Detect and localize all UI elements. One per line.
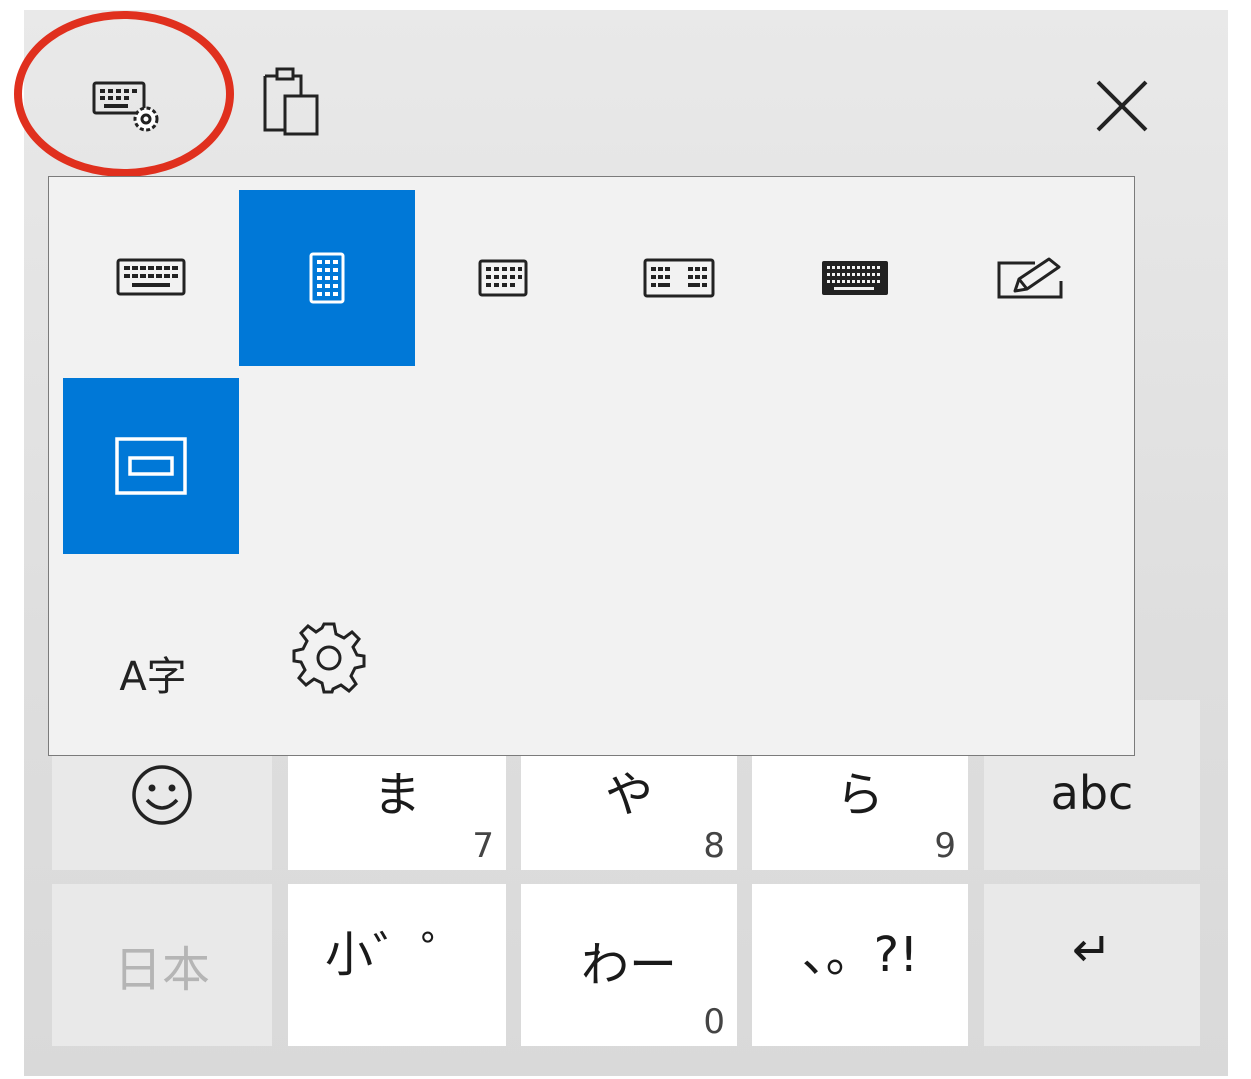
layout-option-full[interactable] bbox=[767, 190, 943, 366]
one-handed-keyboard-icon bbox=[309, 252, 345, 304]
ime-icon: A字 bbox=[119, 628, 186, 700]
key-number: 0 bbox=[703, 1002, 725, 1042]
smiley-icon bbox=[132, 765, 192, 825]
layout-option-split[interactable] bbox=[591, 190, 767, 366]
split-keyboard-icon bbox=[643, 258, 715, 298]
layout-option-docked[interactable] bbox=[63, 378, 239, 554]
ime-icon-letter: A字 bbox=[119, 654, 187, 700]
layout-option-default[interactable] bbox=[63, 190, 239, 366]
small-keyboard-icon bbox=[478, 259, 528, 297]
key-label: 日本 bbox=[113, 942, 210, 998]
key-punctuation[interactable]: 、。?! bbox=[752, 884, 968, 1046]
key-label: わー bbox=[580, 937, 677, 993]
ime-mode-button[interactable]: A字 bbox=[93, 607, 213, 707]
key-label: 小゛゜ bbox=[324, 927, 469, 983]
default-keyboard-icon bbox=[116, 258, 186, 296]
keyboard-settings-icon[interactable] bbox=[84, 72, 174, 142]
key-label: 、。?! bbox=[801, 927, 919, 983]
language-key[interactable]: 日本 bbox=[52, 884, 272, 1046]
clipboard-icon[interactable] bbox=[250, 62, 330, 142]
key-label: ま bbox=[372, 767, 421, 823]
key-small-dakuten[interactable]: 小゛゜ bbox=[288, 884, 506, 1046]
key-number: 8 bbox=[703, 826, 725, 866]
close-icon[interactable] bbox=[1082, 66, 1162, 146]
key-number: 7 bbox=[472, 826, 494, 866]
keyboard-layout-panel: A字 bbox=[48, 176, 1135, 756]
handwriting-icon bbox=[997, 257, 1063, 299]
key-label: abc bbox=[1050, 766, 1134, 820]
key-ya[interactable]: や 8 bbox=[521, 745, 737, 870]
enter-key[interactable]: ↵ bbox=[984, 884, 1200, 1046]
key-label: ら bbox=[835, 767, 884, 823]
key-label: ↵ bbox=[1071, 922, 1113, 978]
key-number: 9 bbox=[934, 826, 956, 866]
full-keyboard-icon bbox=[822, 261, 888, 295]
layout-option-handwriting[interactable] bbox=[943, 190, 1119, 366]
key-ma[interactable]: ま 7 bbox=[288, 745, 506, 870]
key-ra[interactable]: ら 9 bbox=[752, 745, 968, 870]
layout-option-small[interactable] bbox=[415, 190, 591, 366]
docked-keyboard-icon bbox=[115, 437, 187, 495]
gear-icon bbox=[292, 622, 366, 694]
layout-option-one-handed[interactable] bbox=[239, 190, 415, 366]
key-wa[interactable]: わー 0 bbox=[521, 884, 737, 1046]
settings-button[interactable] bbox=[269, 607, 389, 707]
key-label: や bbox=[604, 767, 653, 823]
